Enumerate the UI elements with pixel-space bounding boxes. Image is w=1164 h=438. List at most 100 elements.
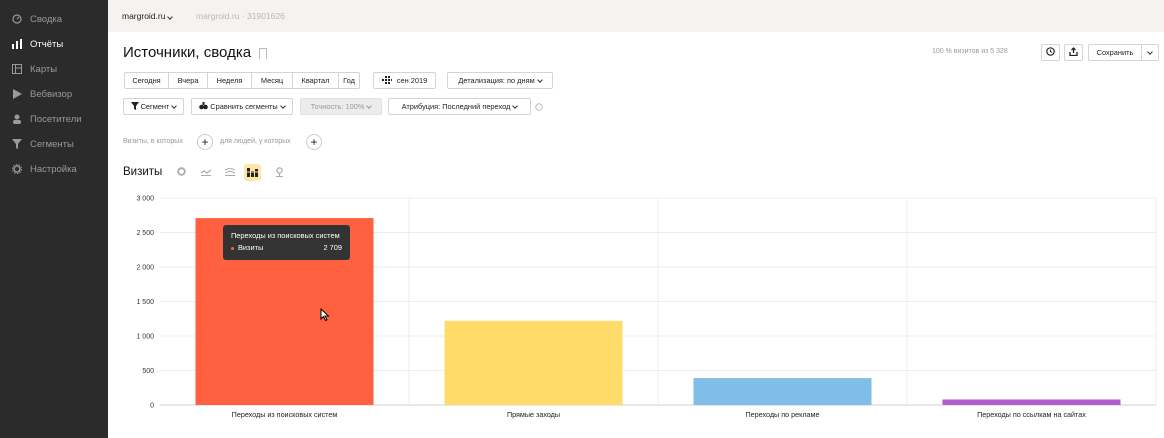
save-options-button[interactable] (1141, 44, 1159, 61)
save-button[interactable]: Сохранить (1088, 44, 1142, 61)
counter-id: margroid.ru · 31901626 (196, 11, 285, 21)
y-tick-label: 500 (142, 368, 154, 375)
y-tick-label: 2 500 (136, 230, 154, 237)
chevron-down-icon (167, 14, 174, 20)
bar-chart-icon (12, 39, 22, 49)
sidebar-item-label: Сводка (30, 13, 63, 25)
bar (693, 378, 872, 405)
period-yesterday[interactable]: Вчера (169, 72, 208, 89)
sidebar-item-label: Посетители (30, 113, 82, 125)
period-year[interactable]: Год (339, 72, 360, 89)
sidebar: Сводка Отчёты Карты Вебвизор Посетители … (0, 0, 108, 438)
history-button[interactable] (1041, 44, 1060, 61)
period-month[interactable]: Месяц (252, 72, 293, 89)
page-title: Источники, сводка (123, 44, 252, 61)
y-tick-label: 2 000 (136, 265, 154, 272)
tooltip-value: 2 709 (323, 243, 343, 252)
attribution-dropdown[interactable]: Атрибуция: Последний переход (388, 98, 531, 115)
site-name: margroid.ru (122, 11, 166, 21)
sidebar-item-visitors[interactable]: Посетители (0, 108, 108, 130)
sidebar-item-label: Карты (30, 63, 58, 75)
chevron-down-icon (366, 102, 373, 109)
sidebar-item-settings[interactable]: Настройка (0, 158, 108, 180)
visits-condition-label: Визиты, в которых (123, 138, 183, 145)
user-icon (12, 114, 22, 124)
pie-chart-toggle[interactable] (173, 164, 190, 181)
top-bar: margroid.ru margroid.ru · 31901626 (108, 0, 1164, 32)
map-icon (12, 64, 22, 74)
x-category-label: Переходы по рекламе (746, 410, 820, 419)
sidebar-item-summary[interactable]: Сводка (0, 8, 108, 30)
add-visit-condition-button[interactable]: + (197, 134, 213, 150)
export-button[interactable] (1064, 44, 1083, 61)
line-chart-icon (200, 168, 211, 178)
chevron-down-icon (279, 102, 286, 109)
visits-info: 100 % визитов из 5 328 (932, 48, 1008, 55)
upload-icon (1069, 47, 1078, 58)
period-week[interactable]: Неделя (208, 72, 252, 89)
y-tick-label: 0 (150, 403, 154, 410)
sidebar-item-reports[interactable]: Отчёты (0, 33, 108, 55)
compare-icon (199, 101, 209, 112)
area-chart-toggle[interactable] (221, 164, 238, 181)
add-people-condition-button[interactable]: + (306, 134, 322, 150)
period-quarter[interactable]: Квартал (293, 72, 339, 89)
filter-icon (130, 101, 139, 112)
mouse-cursor-icon (320, 307, 330, 324)
dashboard-icon (12, 14, 22, 24)
date-range-button[interactable]: сен 2019 (373, 72, 436, 89)
x-category-label: Переходы из поисковых систем (232, 410, 338, 419)
y-tick-label: 1 500 (136, 299, 154, 306)
pie-chart-icon (177, 167, 186, 178)
sidebar-item-label: Настройка (30, 163, 77, 175)
x-category-label: Переходы по ссылкам на сайтах (977, 410, 1086, 419)
map-pin-icon (275, 166, 284, 179)
detail-label: Детализация: по дням (458, 76, 535, 85)
detail-dropdown[interactable]: Детализация: по дням (447, 72, 553, 89)
help-icon[interactable] (535, 103, 543, 113)
site-selector[interactable]: margroid.ru (122, 11, 174, 21)
bookmark-icon[interactable] (259, 48, 267, 59)
chevron-down-icon (512, 102, 519, 109)
bar-chart-toggle[interactable] (244, 164, 261, 181)
line-chart-toggle[interactable] (197, 164, 214, 181)
sidebar-item-maps[interactable]: Карты (0, 58, 108, 80)
accuracy-label: Точность: 100% (310, 102, 365, 111)
period-today[interactable]: Сегодня (124, 72, 169, 89)
plus-icon: + (201, 135, 209, 149)
map-chart-toggle[interactable] (271, 164, 288, 181)
area-chart-icon (224, 166, 235, 178)
tooltip-series: Визиты (238, 243, 264, 252)
x-category-label: Прямые заходы (507, 410, 560, 419)
calendar-icon (381, 75, 392, 86)
sidebar-item-label: Сегменты (30, 138, 74, 150)
y-tick-label: 3 000 (136, 196, 154, 203)
bar (942, 399, 1121, 405)
date-range-label: сен 2019 (396, 76, 428, 85)
compare-segments-button[interactable]: Сравнить сегменты (191, 98, 293, 115)
clock-icon (1046, 47, 1055, 58)
attribution-label: Атрибуция: Последний переход (401, 102, 511, 111)
bar (444, 320, 623, 405)
accuracy-dropdown[interactable]: Точность: 100% (300, 98, 382, 115)
chart-title: Визиты (123, 166, 163, 178)
series-dot (231, 246, 234, 250)
chart-tooltip: Переходы из поисковых систем Визиты 2 70… (223, 225, 350, 260)
chevron-down-icon (536, 76, 543, 83)
compare-label: Сравнить сегменты (210, 102, 278, 111)
chevron-down-icon (1147, 48, 1153, 55)
segment-button[interactable]: Сегмент (123, 98, 184, 115)
tooltip-title: Переходы из поисковых систем (231, 231, 340, 240)
people-condition-label: для людей, у которых (220, 138, 291, 145)
segment-label: Сегмент (140, 102, 170, 111)
sidebar-item-webvisor[interactable]: Вебвизор (0, 83, 108, 105)
bar-chart-icon (247, 167, 258, 179)
sidebar-item-segments[interactable]: Сегменты (0, 133, 108, 155)
plus-icon: + (310, 135, 318, 149)
sidebar-item-label: Вебвизор (30, 88, 73, 100)
y-tick-label: 1 000 (136, 334, 154, 341)
filter-icon (12, 139, 22, 149)
gear-icon (12, 164, 22, 174)
sidebar-item-label: Отчёты (30, 38, 64, 50)
chevron-down-icon (171, 102, 178, 109)
